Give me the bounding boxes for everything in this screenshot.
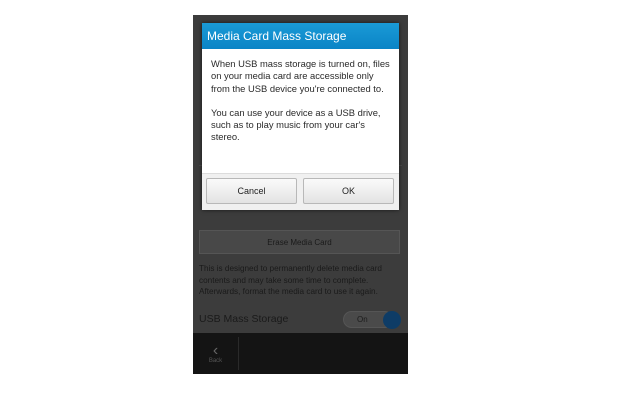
media-card-mass-storage-dialog: Media Card Mass Storage When USB mass st… — [202, 23, 399, 210]
dialog-title: Media Card Mass Storage — [202, 23, 399, 49]
back-button[interactable]: ‹ Back — [193, 333, 238, 374]
usb-mass-storage-label: USB Mass Storage — [199, 313, 289, 325]
action-bar-separator — [238, 337, 239, 370]
back-label: Back — [208, 357, 223, 364]
erase-media-card-button[interactable]: Erase Media Card — [199, 230, 400, 254]
dialog-paragraph-1: When USB mass storage is turned on, file… — [211, 58, 390, 94]
cancel-button[interactable]: Cancel — [206, 178, 297, 204]
dialog-body: When USB mass storage is turned on, file… — [202, 49, 399, 144]
dialog-paragraph-2: You can use your device as a USB drive, … — [211, 106, 381, 143]
toggle-knob[interactable] — [383, 311, 401, 329]
erase-description: This is designed to permanently delete m… — [199, 264, 382, 297]
dialog-button-row: Cancel OK — [202, 173, 399, 210]
action-bar: ‹ Back — [193, 333, 408, 374]
ok-button[interactable]: OK — [303, 178, 394, 204]
toggle-state-label: On — [357, 315, 368, 324]
chevron-left-icon: ‹ — [212, 341, 219, 359]
